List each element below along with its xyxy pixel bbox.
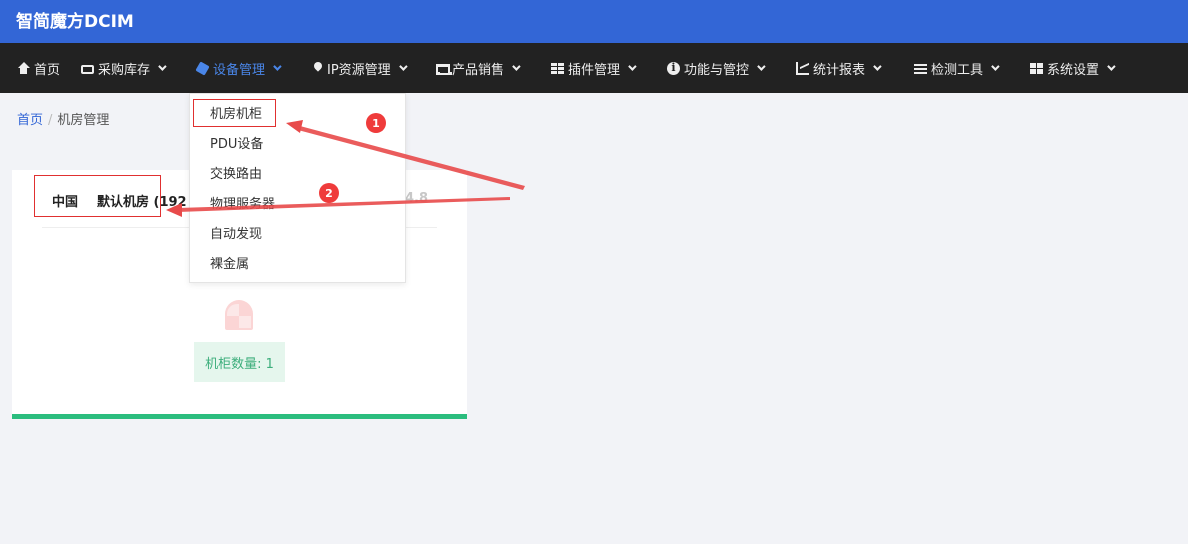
nav-plugins[interactable]: 插件管理 xyxy=(551,43,637,93)
chevron-down-icon xyxy=(512,62,521,71)
chevron-down-icon xyxy=(273,62,282,71)
main-nav: 首页 采购库存 设备管理 IP资源管理 产品销售 插件管理 功能与管控 统计报表… xyxy=(0,43,1188,93)
nav-device-label: 设备管理 xyxy=(213,62,266,78)
nav-features-control[interactable]: 功能与管控 xyxy=(667,43,766,93)
menu-item-room-rack[interactable]: 机房机柜 xyxy=(210,105,262,125)
room-ip-suffix: 4.8 xyxy=(405,191,429,206)
chevron-down-icon xyxy=(1107,62,1116,71)
nav-detection-tools[interactable]: 检测工具 xyxy=(914,43,1000,93)
breadcrumb-separator: / xyxy=(48,113,53,128)
nav-purchase-label: 采购库存 xyxy=(98,62,151,78)
chevron-down-icon xyxy=(873,62,882,71)
map-marker-icon xyxy=(312,62,323,75)
nav-reports[interactable]: 统计报表 xyxy=(796,43,882,93)
chevron-down-icon xyxy=(991,62,1000,71)
nav-reports-label: 统计报表 xyxy=(813,62,866,78)
nav-purchase-inventory[interactable]: 采购库存 xyxy=(81,43,167,93)
chevron-down-icon xyxy=(158,62,167,71)
nav-product-sales[interactable]: 产品销售 xyxy=(435,43,521,93)
breadcrumb-home[interactable]: 首页 xyxy=(17,113,43,128)
room-name[interactable]: 默认机房 (192 xyxy=(97,191,187,210)
menu-item-pdu[interactable]: PDU设备 xyxy=(210,135,263,155)
list-icon xyxy=(914,61,927,75)
nav-tools-label: 检测工具 xyxy=(931,62,984,78)
menu-item-physical-server[interactable]: 物理服务器 xyxy=(210,195,275,215)
app-title: 智简魔方DCIM xyxy=(16,12,134,32)
nav-home[interactable]: 首页 xyxy=(17,43,60,93)
nav-settings-label: 系统设置 xyxy=(1047,62,1100,78)
breadcrumb-current: 机房管理 xyxy=(57,113,110,128)
rack-icon xyxy=(225,300,253,330)
cube-icon xyxy=(195,60,210,76)
chevron-down-icon xyxy=(628,62,637,71)
nav-device-management[interactable]: 设备管理 xyxy=(195,43,282,93)
inbox-icon xyxy=(81,64,94,74)
step-2-badge: 2 xyxy=(319,183,339,203)
line-chart-icon xyxy=(796,61,809,75)
info-circle-icon xyxy=(667,61,680,75)
nav-features-label: 功能与管控 xyxy=(684,62,750,78)
step-1-badge: 1 xyxy=(366,113,386,133)
chevron-down-icon xyxy=(398,62,408,71)
cart-icon xyxy=(435,62,452,75)
breadcrumb: 首页 / 机房管理 xyxy=(17,112,109,130)
nav-sales-label: 产品销售 xyxy=(452,62,505,78)
rack-count-badge: 机柜数量: 1 xyxy=(194,342,285,382)
grid-icon xyxy=(551,61,564,75)
top-bar: 智简魔方DCIM xyxy=(0,0,1188,43)
th-large-icon xyxy=(1030,61,1043,75)
home-icon xyxy=(17,61,30,75)
nav-plugins-label: 插件管理 xyxy=(568,62,621,78)
menu-item-switch-router[interactable]: 交换路由 xyxy=(210,165,262,185)
menu-item-bare-metal[interactable]: 裸金属 xyxy=(210,255,249,275)
chevron-down-icon xyxy=(757,62,766,71)
menu-item-auto-discovery[interactable]: 自动发现 xyxy=(210,225,262,245)
nav-ip-label: IP资源管理 xyxy=(327,62,391,78)
nav-home-label: 首页 xyxy=(34,62,61,78)
room-country: 中国 xyxy=(52,195,79,210)
nav-ip-resources[interactable]: IP资源管理 xyxy=(312,43,408,93)
nav-system-settings[interactable]: 系统设置 xyxy=(1030,43,1116,93)
